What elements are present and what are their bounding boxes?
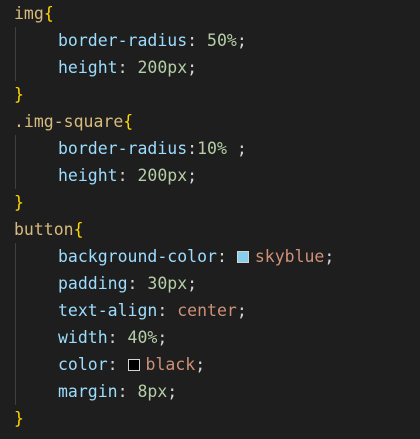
css-selector: .img-square	[14, 112, 124, 131]
css-property: padding	[58, 274, 128, 293]
colon: :	[107, 328, 128, 347]
indent-guide	[15, 243, 16, 405]
css-property: height	[58, 166, 118, 185]
code-line: height: 200px;	[58, 162, 197, 189]
semicolon: ;	[157, 328, 168, 347]
code-line: }	[14, 81, 24, 108]
semicolon: ;	[187, 58, 198, 77]
css-value: 200px	[137, 166, 188, 185]
code-line: text-align: center;	[58, 297, 247, 324]
css-property: width	[58, 328, 108, 347]
color-swatch-icon[interactable]	[236, 251, 249, 263]
css-value: 10%	[197, 139, 227, 158]
code-line: color: black;	[58, 351, 205, 378]
css-property: margin	[58, 382, 118, 401]
css-property: color	[58, 355, 108, 374]
semicolon: ;	[226, 139, 247, 158]
colon: :	[117, 58, 138, 77]
css-value: 200px	[137, 58, 188, 77]
close-brace: }	[14, 193, 24, 212]
code-line: width: 40%;	[58, 324, 167, 351]
css-property: text-align	[58, 301, 158, 320]
css-selector: img	[14, 4, 44, 23]
code-line: }	[14, 405, 24, 432]
code-line: button{	[14, 216, 84, 243]
css-property: border-radius	[58, 31, 188, 50]
css-property: background-color	[58, 247, 217, 266]
open-brace: {	[73, 220, 84, 239]
semicolon: ;	[236, 31, 247, 50]
css-value: 40%	[127, 328, 158, 347]
semicolon: ;	[187, 274, 198, 293]
code-line: border-radius: 50%;	[58, 27, 247, 54]
colon: :	[127, 274, 148, 293]
close-brace: }	[14, 85, 24, 104]
indent-guide	[15, 135, 16, 189]
colon: :	[216, 247, 237, 266]
code-line: border-radius:10% ;	[58, 135, 247, 162]
colon: :	[157, 301, 178, 320]
code-line: img{	[14, 0, 54, 27]
code-line: background-color: skyblue;	[58, 243, 334, 270]
open-brace: {	[123, 112, 134, 131]
close-brace: }	[14, 409, 24, 428]
semicolon: ;	[324, 247, 335, 266]
css-value: center	[177, 301, 237, 320]
code-line: margin: 8px;	[58, 378, 177, 405]
code-line: height: 200px;	[58, 54, 197, 81]
colon: :	[187, 139, 198, 158]
indent-guide	[15, 27, 16, 81]
code-editor[interactable]: img{ border-radius: 50%; height: 200px; …	[0, 0, 420, 439]
css-value: black	[145, 355, 196, 374]
css-value: skyblue	[254, 247, 325, 266]
code-line: }	[14, 189, 24, 216]
semicolon: ;	[195, 355, 206, 374]
colon: :	[117, 166, 138, 185]
css-value: 8px	[137, 382, 168, 401]
open-brace: {	[43, 4, 54, 23]
semicolon: ;	[236, 301, 247, 320]
code-line: .img-square{	[14, 108, 133, 135]
semicolon: ;	[167, 382, 178, 401]
css-value: 30px	[147, 274, 188, 293]
colon: :	[117, 382, 138, 401]
colon: :	[187, 31, 208, 50]
code-line: padding: 30px;	[58, 270, 197, 297]
colon: :	[107, 355, 128, 374]
semicolon: ;	[187, 166, 198, 185]
css-selector: button	[14, 220, 74, 239]
css-value: 50%	[207, 31, 237, 50]
css-property: border-radius	[58, 139, 188, 158]
css-property: height	[58, 58, 118, 77]
color-swatch-icon[interactable]	[127, 359, 140, 371]
